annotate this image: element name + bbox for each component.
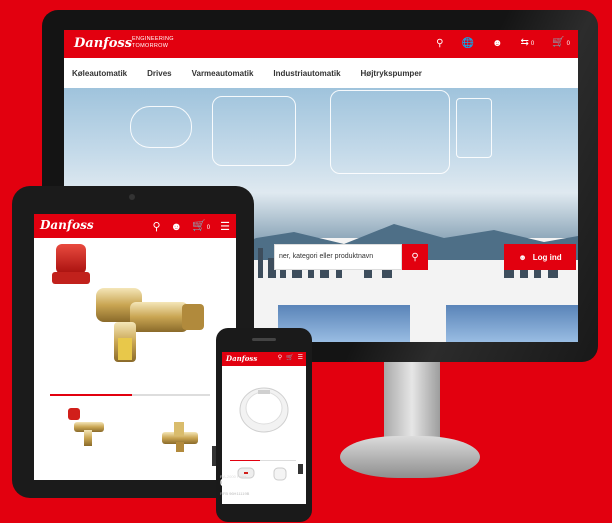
compare-count: 0 [530,41,535,47]
compare-icon[interactable]: ⇆ 0 [520,36,534,51]
tagline-line-1: ENGINEERING [132,36,174,42]
tablet-camera [129,194,135,200]
search-placeholder: ner, kategori eller produktnavn [279,253,374,260]
search-input[interactable]: ner, kategori eller produktnavn [274,244,402,270]
cart-icon[interactable]: 🛒 [286,354,293,361]
product-image-thermostat [239,387,289,433]
product-sketch-valve [212,96,296,166]
cart-icon[interactable]: 🛒0 [552,36,570,51]
user-icon: ☻ [518,252,527,262]
tagline-line-2: TOMORROW [132,43,169,49]
menu-icon[interactable]: ☰ [298,354,303,361]
promo-tile-2[interactable] [446,305,578,342]
search-button[interactable]: ⚲ [402,244,428,270]
product-sketch-compressor [330,90,450,174]
monitor-stand-neck [384,362,440,440]
tablet-header-icons: ⚲ ☻ 🛒0 ☰ [152,218,230,236]
menu-icon[interactable]: ☰ [220,219,230,235]
search-icon[interactable]: ⚲ [278,354,282,361]
login-button[interactable]: ☻ Log ind [504,244,576,270]
tablet-site-header: Danfoss ⚲ ☻ 🛒0 ☰ [34,214,236,238]
nav-item-varmeautomatik[interactable]: Varmeautomatik [192,69,254,78]
phone-header-icons: ⚲ 🛒 ☰ [278,354,303,361]
gallery-progress[interactable] [230,460,260,461]
globe-icon[interactable]: 🌐 [461,37,473,51]
header-icons: ⚲ 🌐 ☻ ⇆ 0 🛒 0 [436,36,570,51]
tablet-screen: Danfoss ⚲ ☻ 🛒0 ☰ [34,214,236,480]
danfoss-logo[interactable]: Danfoss [226,354,257,363]
thumbnail-2 [162,422,198,452]
product-thumbnails [68,408,198,452]
desktop-main-nav: Køleautomatik Drives Varmeautomatik Indu… [64,58,578,88]
phone-site-header: Danfoss ⚲ 🛒 ☰ [222,352,306,366]
cart-count: 0 [566,41,570,47]
desktop-site-header: Danfoss ENGINEERING TOMORROW ⚲ 🌐 ☻ ⇆ 0 🛒 0 [64,30,578,58]
product-image-valve [52,244,204,362]
nav-item-hojtrykspumper[interactable]: Højtrykspumper [361,69,422,78]
danfoss-logo[interactable]: Danfoss [40,218,94,232]
product-code: 013G2990 [220,478,267,489]
chevron-right-icon[interactable] [298,464,303,474]
product-sketch-drive [456,98,492,158]
cart-icon[interactable]: 🛒0 [192,218,210,236]
product-detail: RFB 96H11119B [220,491,250,496]
phone-speaker [252,338,276,341]
gallery-progress[interactable] [50,394,132,396]
nav-item-industriautomatik[interactable]: Industriautomatik [273,69,340,78]
danfoss-logo[interactable]: Danfoss [74,36,132,51]
nav-item-drives[interactable]: Drives [147,69,171,78]
cart-count: 0 [206,225,211,231]
search-icon: ⚲ [411,251,419,263]
thumbnail-1 [68,408,104,446]
login-label: Log ind [532,252,562,262]
user-icon[interactable]: ☻ [492,37,503,51]
search-icon[interactable]: ⚲ [436,37,443,51]
search-icon[interactable]: ⚲ [152,219,160,235]
user-icon[interactable]: ☻ [171,219,183,235]
phone-device: Danfoss ⚲ 🛒 ☰ RA-2000 Føler 013G2990 RFB… [216,328,312,522]
monitor-stand-base [340,436,480,478]
product-sketch-thermostat [130,106,192,148]
nav-item-koleautomatik[interactable]: Køleautomatik [72,69,127,78]
tagline: ENGINEERING TOMORROW [132,36,174,50]
